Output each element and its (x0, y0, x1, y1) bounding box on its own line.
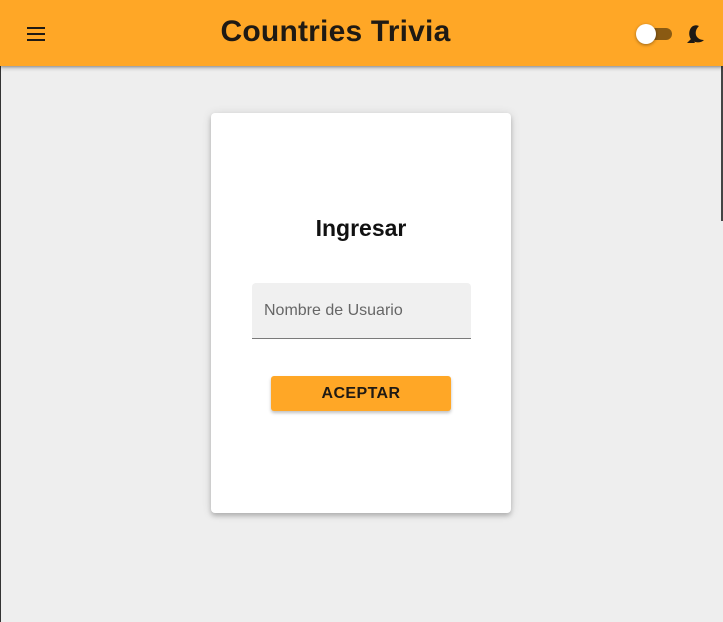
app-title: Countries Trivia (220, 15, 451, 48)
toggle-thumb (636, 24, 656, 44)
theme-toggle[interactable] (636, 24, 674, 44)
moon-icon (684, 24, 706, 46)
username-field-container (252, 283, 471, 339)
accept-button[interactable]: ACEPTAR (271, 376, 451, 411)
app-bar: Countries Trivia (0, 0, 723, 66)
login-title: Ingresar (315, 215, 407, 241)
main-content: Ingresar ACEPTAR (0, 66, 723, 622)
username-input[interactable] (252, 283, 471, 338)
login-card: Ingresar ACEPTAR (211, 113, 511, 513)
